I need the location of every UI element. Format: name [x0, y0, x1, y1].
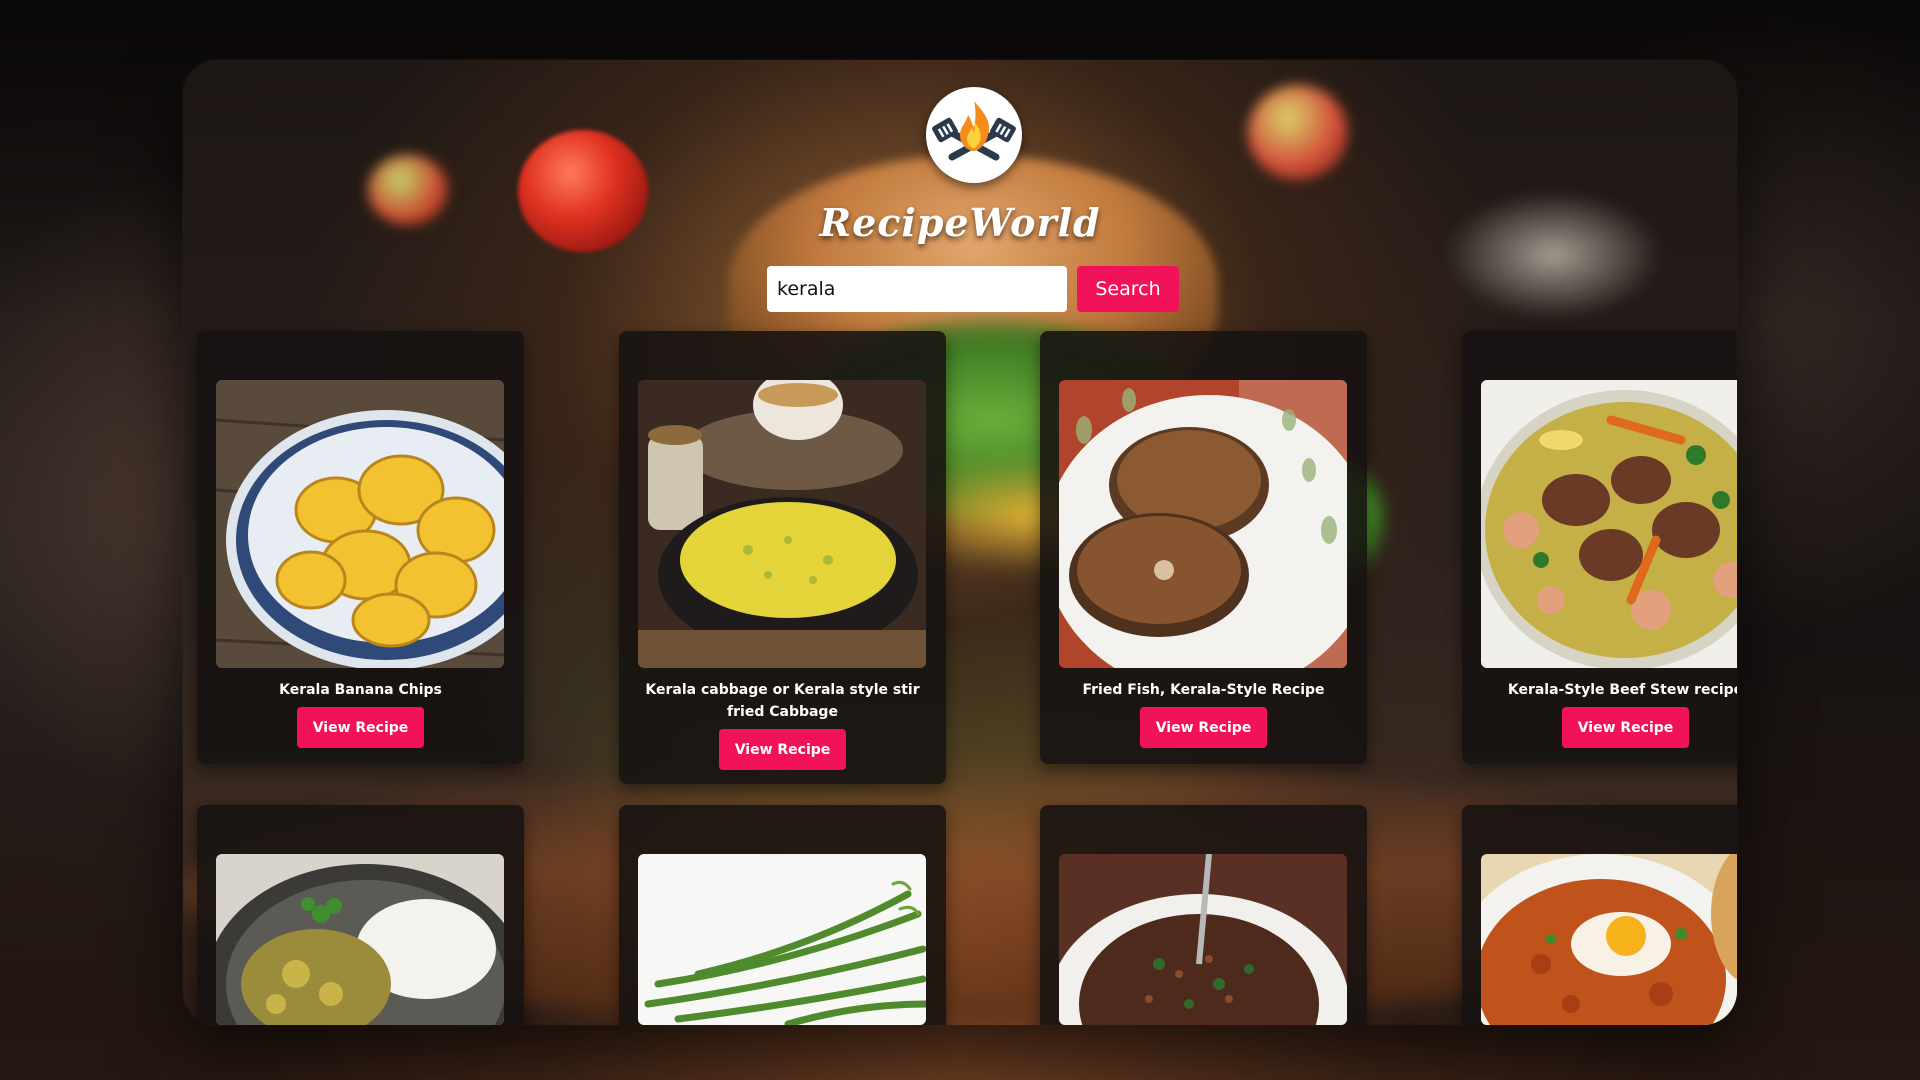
recipe-title: Kerala-Style Beef Stew recipe: [1507, 682, 1737, 698]
flame-spatula-icon: [926, 87, 1022, 183]
recipe-title: Fried Fish, Kerala-Style Recipe: [1082, 682, 1325, 698]
recipe-card: [1462, 805, 1737, 1025]
recipe-card: Kerala Banana Chips View Recipe: [197, 331, 524, 764]
recipe-image-cabbage[interactable]: [638, 380, 926, 668]
recipe-title: Kerala cabbage or Kerala style stir frie…: [645, 682, 920, 720]
recipe-image-fried-fish[interactable]: [1059, 380, 1347, 668]
recipe-card: Kerala-Style Beef Stew recipe View Recip…: [1462, 331, 1737, 764]
view-recipe-button[interactable]: View Recipe: [1140, 707, 1267, 748]
search-input[interactable]: [767, 266, 1067, 312]
site-title: RecipeWorld: [819, 200, 1101, 245]
view-recipe-button[interactable]: View Recipe: [719, 729, 846, 770]
app-window: RecipeWorld Search: [183, 60, 1737, 1025]
recipe-card: [197, 805, 524, 1025]
header: RecipeWorld Search: [183, 60, 1737, 320]
view-recipe-button[interactable]: View Recipe: [297, 707, 424, 748]
recipe-image-banana-chips[interactable]: [216, 380, 504, 668]
recipe-card: [1040, 805, 1367, 1025]
recipe-image-curry-rice[interactable]: [216, 854, 504, 1025]
search-button[interactable]: Search: [1077, 266, 1179, 312]
recipe-card: [619, 805, 946, 1025]
recipe-image-beef-stew[interactable]: [1481, 380, 1737, 668]
recipe-card: Fried Fish, Kerala-Style Recipe View Rec…: [1040, 331, 1367, 764]
recipe-image-egg-curry[interactable]: [1481, 854, 1737, 1025]
recipe-image-green-beans[interactable]: [638, 854, 926, 1025]
recipe-title: Kerala Banana Chips: [279, 682, 442, 698]
recipe-image-lentil-stir-fry[interactable]: [1059, 854, 1347, 1025]
view-recipe-button[interactable]: View Recipe: [1562, 707, 1689, 748]
recipe-card: Kerala cabbage or Kerala style stir frie…: [619, 331, 946, 784]
